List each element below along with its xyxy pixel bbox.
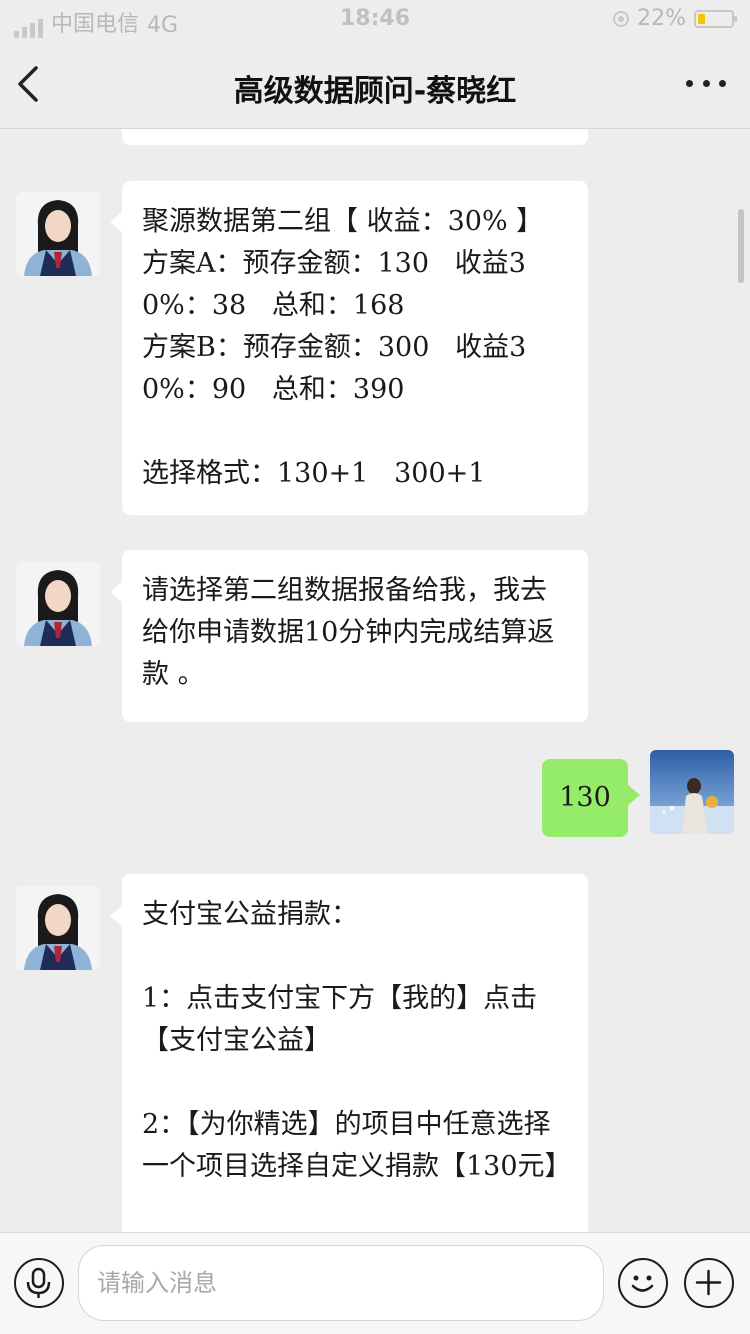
message-bubble[interactable]: 请选择第二组数据报备给我，我去给你申请数据10分钟内完成结算返款 。 <box>122 550 588 722</box>
nav-bar: 高级数据顾问-蔡晓红 <box>0 40 750 129</box>
message-input[interactable]: 请输入消息 <box>78 1245 604 1321</box>
plus-icon <box>695 1269 722 1296</box>
emoji-button[interactable] <box>618 1258 668 1308</box>
self-avatar[interactable] <box>650 750 734 834</box>
more-button[interactable] <box>686 68 726 98</box>
input-bar: 请输入消息 <box>0 1232 750 1334</box>
avatar-photo <box>16 886 100 970</box>
chat-area[interactable]: 聚源数据第二组【 收益：30% 】 方案A：预存金额：130 收益30%：38 … <box>0 129 750 1232</box>
scrollbar[interactable] <box>738 209 744 283</box>
previous-message-bubble <box>122 129 588 145</box>
avatar[interactable] <box>16 562 100 646</box>
avatar-photo <box>16 562 100 646</box>
avatar-photo <box>16 192 100 276</box>
microphone-icon <box>26 1267 51 1298</box>
plus-button[interactable] <box>684 1258 734 1308</box>
smiley-icon <box>631 1275 654 1292</box>
status-right: 22% <box>613 6 737 31</box>
avatar[interactable] <box>16 886 100 970</box>
self-avatar-photo <box>650 750 734 834</box>
message-bubble[interactable]: 支付宝公益捐款： 1：点击支付宝下方【我的】点击【支付宝公益】 2：【为你精选】… <box>122 874 588 1232</box>
battery-percent: 22% <box>637 6 686 31</box>
battery-icon <box>694 9 737 28</box>
rotation-lock-icon <box>613 10 630 27</box>
chat-title: 高级数据顾问-蔡晓红 <box>233 74 517 109</box>
message-bubble[interactable]: 聚源数据第二组【 收益：30% 】 方案A：预存金额：130 收益30%：38 … <box>122 181 588 515</box>
more-dots-icon <box>686 79 693 87</box>
voice-button[interactable] <box>14 1258 64 1308</box>
self-message-bubble[interactable]: 130 <box>542 759 628 837</box>
avatar[interactable] <box>16 192 100 276</box>
status-bar: 中国电信 4G 18:46 22% <box>0 0 750 40</box>
